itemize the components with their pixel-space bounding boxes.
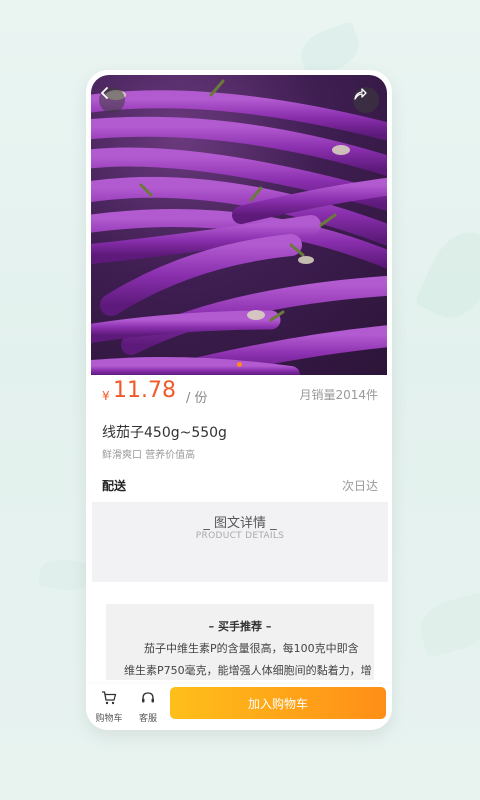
- recommendation-title: – 买手推荐 –: [208, 620, 272, 633]
- cart-icon: [102, 691, 117, 705]
- customer-service-tab[interactable]: 客服: [132, 690, 164, 724]
- carousel-indicator: [91, 362, 387, 367]
- monthly-sales: 月销量2014件: [299, 388, 378, 402]
- price-unit: / 份: [186, 391, 208, 406]
- service-label: 客服: [138, 714, 157, 724]
- phone-frame: ¥ 11.78 / 份 月销量2014件 线茄子450g~550g 鲜滑爽口 营…: [86, 70, 392, 730]
- add-to-cart-button[interactable]: 加入购物车: [170, 687, 386, 719]
- currency-symbol: ¥: [102, 389, 110, 403]
- background-leaf: [37, 555, 93, 595]
- delivery-row: 配送 次日达: [102, 477, 378, 497]
- bottom-action-bar: 购物车 客服 加入购物车: [86, 684, 392, 730]
- product-image: [91, 75, 387, 375]
- carousel-dot: [236, 362, 242, 367]
- details-subtitle: PRODUCT DETAILS: [195, 531, 285, 541]
- product-price: 11.78: [113, 378, 176, 403]
- chevron-left-icon: [101, 87, 108, 99]
- recommendation-text: 茄子中维生素P的含量很高，每100克中即含: [144, 642, 359, 655]
- eggplant-photo: [91, 79, 387, 375]
- cart-tab[interactable]: 购物车: [93, 690, 125, 724]
- buyer-recommendation-card: – 买手推荐 – 茄子中维生素P的含量很高，每100克中即含 维生素P750毫克…: [106, 604, 374, 680]
- headset-icon: [142, 692, 154, 703]
- delivery-value: 次日达: [341, 479, 378, 493]
- details-title: _ 图文详情 _: [203, 516, 277, 531]
- share-icon: [354, 88, 367, 100]
- cart-label: 购物车: [95, 714, 123, 724]
- product-details-header: _ 图文详情 _ PRODUCT DETAILS: [92, 502, 388, 582]
- back-button[interactable]: [99, 87, 125, 113]
- price-row: ¥ 11.78 / 份 月销量2014件: [102, 376, 378, 412]
- background-leaf: [414, 591, 480, 659]
- delivery-label: 配送: [102, 479, 127, 493]
- product-name: 线茄子450g~550g: [102, 425, 227, 441]
- background-leaf: [413, 221, 480, 329]
- share-button[interactable]: [353, 87, 379, 113]
- product-description: 鲜滑爽口 营养价值高: [102, 450, 196, 461]
- recommendation-text: 维生素P750毫克，能增强人体细胞间的黏着力，增: [124, 664, 372, 677]
